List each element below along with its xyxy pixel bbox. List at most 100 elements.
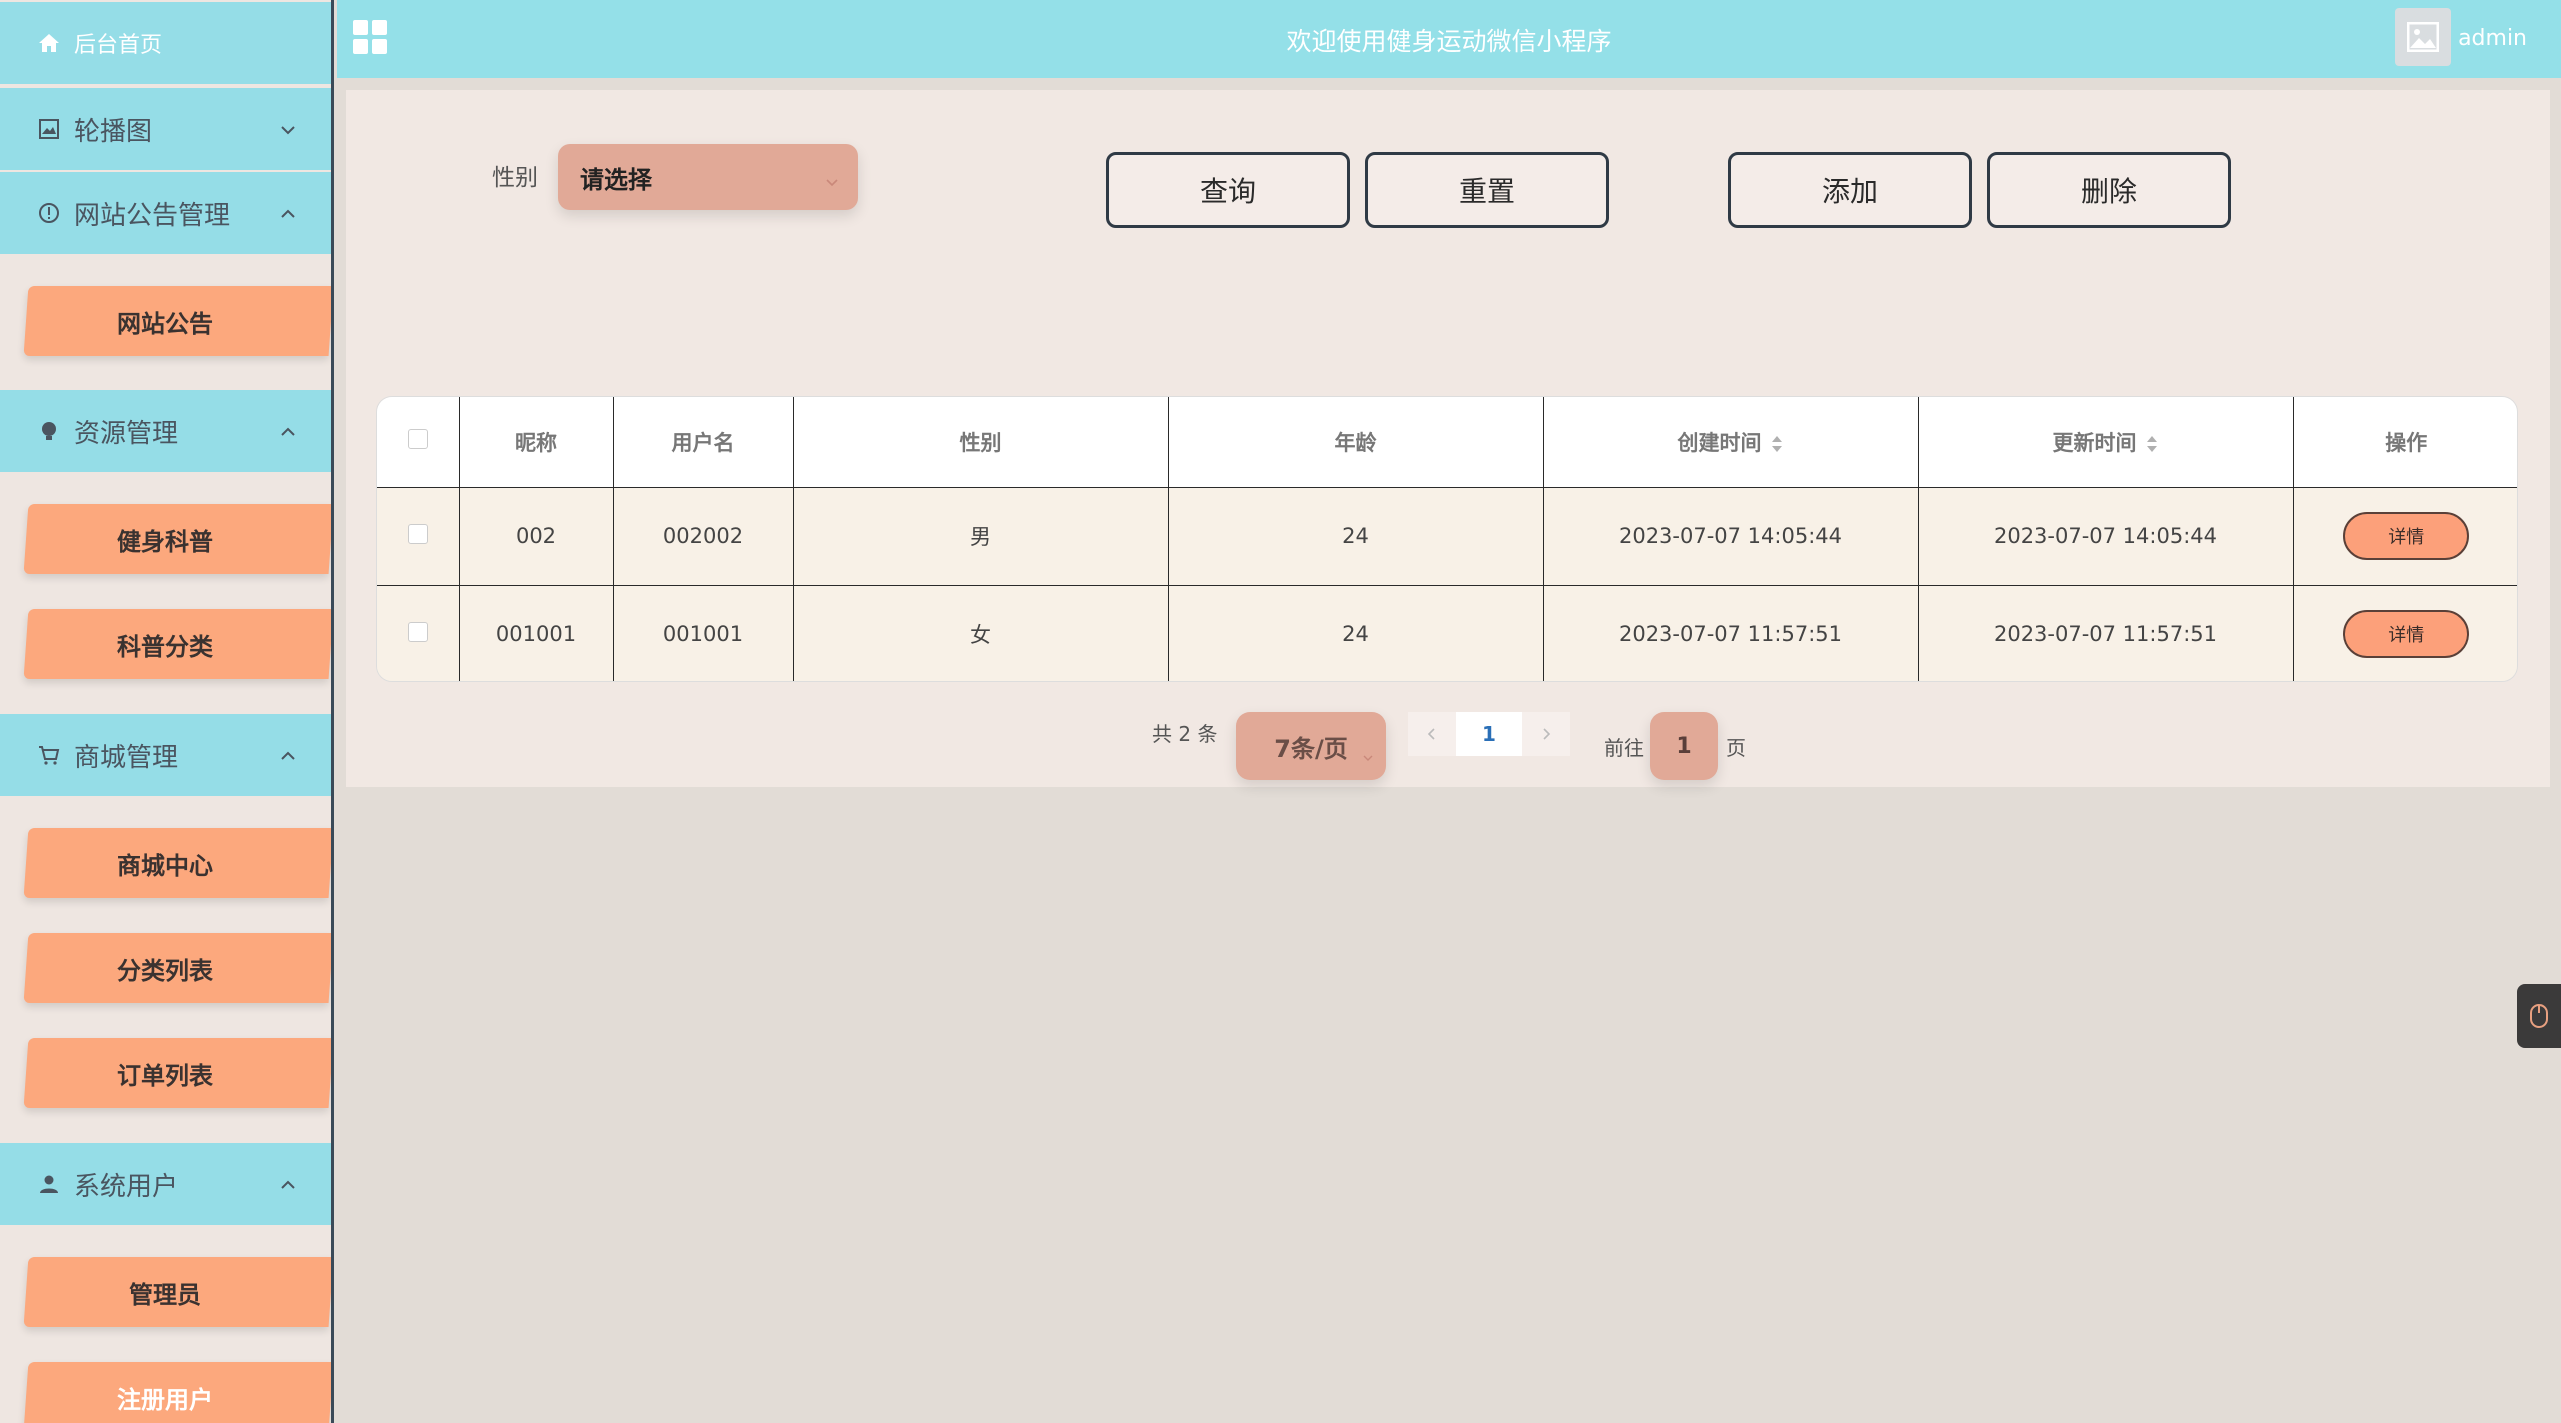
cart-icon bbox=[36, 742, 62, 768]
cell-created: 2023-07-07 14:05:44 bbox=[1542, 486, 1919, 586]
menu-carousel[interactable]: 轮播图 bbox=[0, 88, 331, 170]
menu-carousel-label: 轮播图 bbox=[74, 116, 153, 147]
cell-action: 详情 bbox=[2292, 486, 2517, 586]
sort-icon[interactable] bbox=[1770, 434, 1784, 454]
select-all-cell bbox=[377, 397, 460, 488]
column-header-updated[interactable]: 更新时间 bbox=[1917, 397, 2294, 488]
cell-gender: 女 bbox=[792, 584, 1169, 681]
gender-select[interactable]: 请选择 bbox=[558, 144, 858, 210]
menu-notice-group[interactable]: 网站公告管理 bbox=[0, 172, 331, 254]
gender-select-value: 请选择 bbox=[580, 165, 652, 194]
select-all-checkbox[interactable] bbox=[407, 429, 428, 450]
chevron-up-icon bbox=[279, 418, 297, 436]
chevron-up-icon bbox=[279, 1171, 297, 1189]
image-icon bbox=[36, 116, 62, 142]
sidebar-item-label: 网站公告 bbox=[116, 309, 213, 338]
sidebar-item-label: 分类列表 bbox=[116, 956, 213, 985]
detail-button[interactable]: 详情 bbox=[2343, 610, 2470, 659]
table-row: 002 002002 男 24 2023-07-07 14:05:44 2023… bbox=[377, 486, 2517, 586]
menu-user-group[interactable]: 系统用户 bbox=[0, 1143, 331, 1225]
column-header-username: 用户名 bbox=[612, 397, 794, 488]
user-icon bbox=[36, 1171, 62, 1197]
cell-age: 24 bbox=[1167, 584, 1544, 681]
sidebar-item-label: 注册用户 bbox=[116, 1385, 213, 1414]
detail-button[interactable]: 详情 bbox=[2343, 512, 2470, 560]
menu-home-label: 后台首页 bbox=[74, 33, 163, 58]
chevron-right-icon bbox=[1543, 728, 1551, 740]
sidebar-item-registered-users[interactable]: 注册用户 bbox=[23, 1362, 331, 1423]
column-header-updated-label: 更新时间 bbox=[2052, 430, 2137, 455]
floating-tool-button[interactable] bbox=[2517, 984, 2561, 1048]
menu-resource-group[interactable]: 资源管理 bbox=[0, 390, 331, 472]
goto-label: 前往 bbox=[1604, 736, 1644, 760]
row-checkbox[interactable] bbox=[407, 523, 428, 544]
column-header-age: 年龄 bbox=[1167, 397, 1544, 488]
top-header: 欢迎使用健身运动微信小程序 admin bbox=[337, 0, 2561, 78]
cell-age: 24 bbox=[1167, 486, 1544, 586]
sidebar: 后台首页 轮播图 网站公告管理 网站公告 资源管理 健身科普 科普分类 商城管理… bbox=[0, 0, 334, 1423]
cell-action: 详情 bbox=[2292, 584, 2517, 681]
chevron-up-icon bbox=[279, 200, 297, 218]
sidebar-item-mall-center[interactable]: 商城中心 bbox=[23, 828, 331, 898]
column-header-created-label: 创建时间 bbox=[1677, 430, 1762, 455]
cell-username: 001001 bbox=[612, 584, 794, 681]
sidebar-item-fitness-science[interactable]: 健身科普 bbox=[23, 504, 331, 574]
home-icon bbox=[36, 30, 62, 56]
page-size-select[interactable]: 7条/页 bbox=[1236, 712, 1386, 780]
gender-filter-label: 性别 bbox=[492, 165, 538, 191]
reset-button[interactable]: 重置 bbox=[1365, 152, 1609, 228]
row-select-cell bbox=[377, 486, 460, 586]
column-header-action: 操作 bbox=[2292, 397, 2517, 488]
row-select-cell bbox=[377, 584, 460, 681]
page-number-button[interactable]: 1 bbox=[1456, 712, 1522, 756]
chevron-down-icon bbox=[1362, 742, 1374, 761]
sidebar-item-order-list[interactable]: 订单列表 bbox=[23, 1038, 331, 1108]
chevron-down-icon bbox=[279, 116, 297, 135]
sidebar-item-science-category[interactable]: 科普分类 bbox=[23, 609, 331, 679]
menu-notice-group-label: 网站公告管理 bbox=[74, 200, 231, 231]
column-header-created[interactable]: 创建时间 bbox=[1542, 397, 1919, 488]
sidebar-item-label: 健身科普 bbox=[116, 527, 213, 556]
table-row: 001001 001001 女 24 2023-07-07 11:57:51 2… bbox=[377, 584, 2517, 681]
sort-icon[interactable] bbox=[2145, 434, 2159, 454]
sidebar-item-label: 科普分类 bbox=[116, 632, 213, 661]
cell-username: 002002 bbox=[612, 486, 794, 586]
mouse-icon bbox=[2530, 1004, 2548, 1028]
sidebar-item-category-list[interactable]: 分类列表 bbox=[23, 933, 331, 1003]
user-name[interactable]: admin bbox=[2458, 26, 2527, 51]
row-checkbox[interactable] bbox=[407, 621, 428, 642]
menu-mall-group-label: 商城管理 bbox=[74, 742, 179, 773]
page-title: 欢迎使用健身运动微信小程序 bbox=[1286, 27, 1612, 56]
prev-page-button[interactable] bbox=[1408, 712, 1456, 756]
pager: 1 bbox=[1408, 712, 1570, 756]
sidebar-item-label: 商城中心 bbox=[116, 851, 213, 880]
page-size-value: 7条/页 bbox=[1274, 734, 1348, 763]
menu-home[interactable]: 后台首页 bbox=[0, 2, 331, 84]
query-button[interactable]: 查询 bbox=[1106, 152, 1350, 228]
pagination-total: 共 2 条 bbox=[1152, 722, 1218, 746]
bulb-icon bbox=[36, 418, 62, 444]
cell-nickname: 001001 bbox=[458, 584, 614, 681]
chevron-down-icon bbox=[824, 168, 840, 187]
sidebar-item-label: 订单列表 bbox=[116, 1061, 213, 1090]
cell-updated: 2023-07-07 14:05:44 bbox=[1917, 486, 2294, 586]
add-button[interactable]: 添加 bbox=[1728, 152, 1972, 228]
sidebar-item-admin[interactable]: 管理员 bbox=[23, 1257, 331, 1327]
goto-page-input[interactable]: 1 bbox=[1650, 712, 1718, 780]
chevron-up-icon bbox=[279, 742, 297, 760]
goto-unit: 页 bbox=[1726, 736, 1746, 760]
delete-button[interactable]: 删除 bbox=[1987, 152, 2231, 228]
avatar[interactable] bbox=[2395, 8, 2451, 66]
menu-mall-group[interactable]: 商城管理 bbox=[0, 714, 331, 796]
column-header-nickname: 昵称 bbox=[458, 397, 614, 488]
users-table: 昵称 用户名 性别 年龄 创建时间 更新时间 操作 002 002002 男 2… bbox=[376, 396, 2518, 682]
menu-resource-group-label: 资源管理 bbox=[74, 418, 179, 449]
cell-nickname: 002 bbox=[458, 486, 614, 586]
content-panel: 性别 请选择 查询 重置 添加 删除 昵称 用户名 性别 年龄 创建时间 更新时… bbox=[346, 90, 2550, 787]
column-header-gender: 性别 bbox=[792, 397, 1169, 488]
sidebar-item-notice[interactable]: 网站公告 bbox=[23, 286, 331, 356]
table-header-row: 昵称 用户名 性别 年龄 创建时间 更新时间 操作 bbox=[377, 397, 2517, 488]
next-page-button[interactable] bbox=[1522, 712, 1570, 756]
info-icon bbox=[36, 200, 62, 226]
menu-user-group-label: 系统用户 bbox=[74, 1171, 179, 1202]
